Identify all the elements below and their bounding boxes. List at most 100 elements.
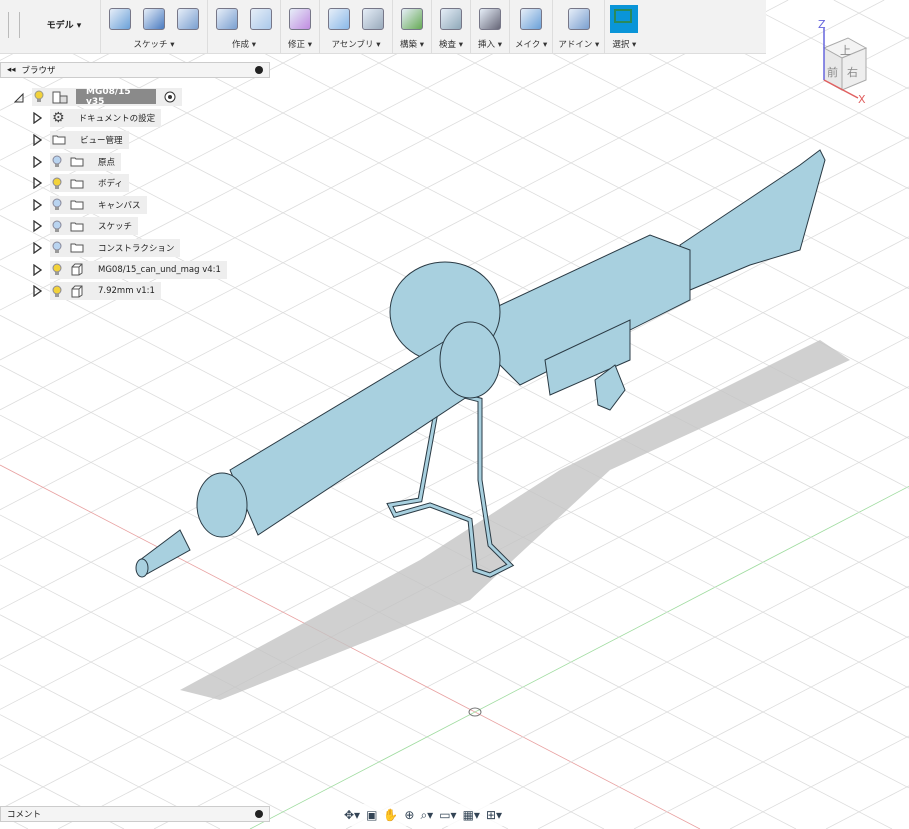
lightbulb-icon[interactable] — [52, 155, 62, 168]
extrude-icon[interactable] — [216, 8, 238, 30]
toolbar-group-3: アセンブリ ▾ — [319, 0, 392, 53]
fit-icon[interactable]: ⌕▾ — [420, 808, 433, 823]
collapsed-triangle-icon[interactable] — [32, 198, 42, 211]
grid-settings-icon[interactable]: ▦▾ — [463, 808, 480, 822]
toolbar-group-label[interactable]: 挿入 ▾ — [478, 38, 502, 52]
3d-print-icon[interactable] — [520, 8, 543, 30]
collapsed-triangle-icon[interactable] — [32, 133, 42, 146]
toolbar-group-4: 構築 ▾ — [392, 0, 431, 53]
mg08-model[interactable] — [135, 149, 850, 700]
collapsed-triangle-icon[interactable] — [32, 241, 42, 254]
activate-radio-icon[interactable] — [164, 91, 176, 103]
press-pull-icon[interactable] — [289, 8, 311, 30]
grid-line — [0, 514, 605, 829]
tree-item[interactable]: ビュー管理 — [32, 129, 227, 151]
tree-item[interactable]: 原点 — [32, 151, 227, 173]
collapse-icon[interactable]: ◂◂ — [7, 65, 16, 75]
toolbar-group-label[interactable]: メイク ▾ — [515, 38, 547, 52]
component-icon — [71, 285, 83, 298]
toolbar-group-label[interactable]: 構築 ▾ — [400, 38, 424, 52]
toolbar-group-label[interactable]: 作成 ▾ — [232, 38, 256, 52]
toolbar-group-label[interactable]: アドイン ▾ — [558, 38, 599, 52]
collapsed-triangle-icon[interactable] — [32, 263, 42, 276]
lightbulb-icon[interactable] — [52, 241, 62, 254]
comments-panel: コメント — [0, 806, 270, 822]
viewcube[interactable]: Z X 上 前 右 — [812, 18, 872, 108]
toolbar-group-2: 修正 ▾ — [280, 0, 319, 53]
collapsed-triangle-icon[interactable] — [32, 177, 42, 190]
barrel-collar — [439, 321, 501, 399]
grid-line — [537, 635, 909, 829]
new-component-icon[interactable] — [328, 8, 350, 30]
display-settings-icon[interactable]: ▭▾ — [439, 808, 456, 822]
tree-item-label: コンストラクション — [98, 243, 175, 254]
select-icon[interactable] — [610, 5, 639, 33]
viewcube-right[interactable]: 右 — [847, 65, 858, 79]
minimize-icon[interactable] — [255, 66, 263, 74]
z-axis-label: Z — [818, 18, 826, 31]
viewcube-front[interactable]: 前 — [827, 65, 838, 79]
tree-item[interactable]: 7.92mm v1:1 — [32, 280, 227, 302]
add-comment-icon[interactable] — [255, 810, 263, 818]
toolbar-group-label[interactable]: 選択 ▾ — [612, 38, 636, 52]
assembly-icon — [52, 91, 68, 104]
create-sketch-icon[interactable] — [109, 8, 131, 30]
toolbar-group-7: メイク ▾ — [509, 0, 552, 53]
insert-image-icon[interactable] — [479, 8, 501, 30]
lightbulb-icon[interactable] — [52, 263, 62, 276]
tree-item[interactable]: コンストラクション — [32, 237, 227, 259]
viewports-icon[interactable]: ⊞▾ — [486, 808, 502, 822]
toolbar: モデル ▾ スケッチ ▾ 作成 ▾ 修正 ▾ アセンブリ ▾ 構築 ▾ 検査 ▾ 挿入 ▾ メ… — [0, 0, 766, 54]
toolbar-grip[interactable] — [8, 12, 20, 38]
form-icon[interactable] — [250, 8, 272, 30]
zoom-icon[interactable]: ⊕ — [404, 808, 414, 822]
tree-item[interactable]: ⚙ ドキュメントの設定 — [32, 108, 227, 130]
viewcube-top[interactable]: 上 — [840, 44, 851, 57]
tree-item-label: ボディ — [98, 179, 123, 190]
spline-icon[interactable] — [143, 8, 165, 30]
lightbulb-icon[interactable] — [52, 177, 62, 190]
collapsed-triangle-icon[interactable] — [32, 220, 42, 233]
workspace-dropdown[interactable]: モデル ▾ — [28, 0, 100, 53]
tree-item-label: 7.92mm v1:1 — [98, 286, 155, 297]
toolbar-group-0: スケッチ ▾ — [100, 0, 207, 53]
collapsed-triangle-icon[interactable] — [32, 112, 42, 125]
lightbulb-icon[interactable] — [34, 90, 44, 103]
tree-item-label: 原点 — [98, 157, 116, 168]
joint-icon[interactable] — [362, 8, 384, 30]
comments-title: コメント — [7, 810, 42, 820]
lightbulb-icon[interactable] — [52, 220, 62, 233]
collapsed-triangle-icon[interactable] — [32, 155, 42, 168]
scripts-addins-icon[interactable] — [567, 8, 590, 30]
root-component-label: MG08/15 v35 — [76, 87, 156, 107]
gear-icon: ⚙ — [52, 110, 65, 127]
orbit-icon[interactable]: ✥▾ — [344, 808, 360, 822]
pan-icon[interactable]: ✋ — [383, 808, 398, 822]
collapsed-triangle-icon[interactable] — [32, 285, 42, 298]
look-at-icon[interactable]: ▣ — [366, 808, 377, 822]
offset-plane-icon[interactable] — [401, 8, 423, 30]
folder-icon — [70, 200, 84, 210]
lightbulb-icon[interactable] — [52, 285, 62, 298]
lightbulb-icon[interactable] — [52, 198, 62, 211]
tree-item[interactable]: スケッチ — [32, 216, 227, 238]
expanded-triangle-icon[interactable] — [14, 91, 24, 103]
tree-root[interactable]: MG08/15 v35 — [14, 86, 227, 108]
tree-item[interactable]: MG08/15_can_und_mag v4:1 — [32, 259, 227, 281]
muzzle-end — [196, 472, 248, 538]
tree-item-label: ドキュメントの設定 — [78, 114, 156, 125]
tree-item[interactable]: キャンバス — [32, 194, 227, 216]
toolbar-group-label[interactable]: 検査 ▾ — [439, 38, 463, 52]
toolbar-group-label[interactable]: 修正 ▾ — [288, 38, 312, 52]
measure-icon[interactable] — [440, 8, 462, 30]
folder-icon — [70, 243, 84, 253]
rectangle-icon[interactable] — [177, 8, 199, 30]
stock — [679, 149, 826, 291]
toolbar-group-6: 挿入 ▾ — [470, 0, 509, 53]
toolbar-group-label[interactable]: アセンブリ ▾ — [331, 38, 380, 52]
folder-icon — [52, 135, 66, 145]
tree-item[interactable]: ボディ — [32, 172, 227, 194]
tree-item-label: キャンバス — [98, 200, 141, 211]
toolbar-group-label[interactable]: スケッチ ▾ — [134, 38, 175, 52]
grid-line — [825, 785, 909, 829]
